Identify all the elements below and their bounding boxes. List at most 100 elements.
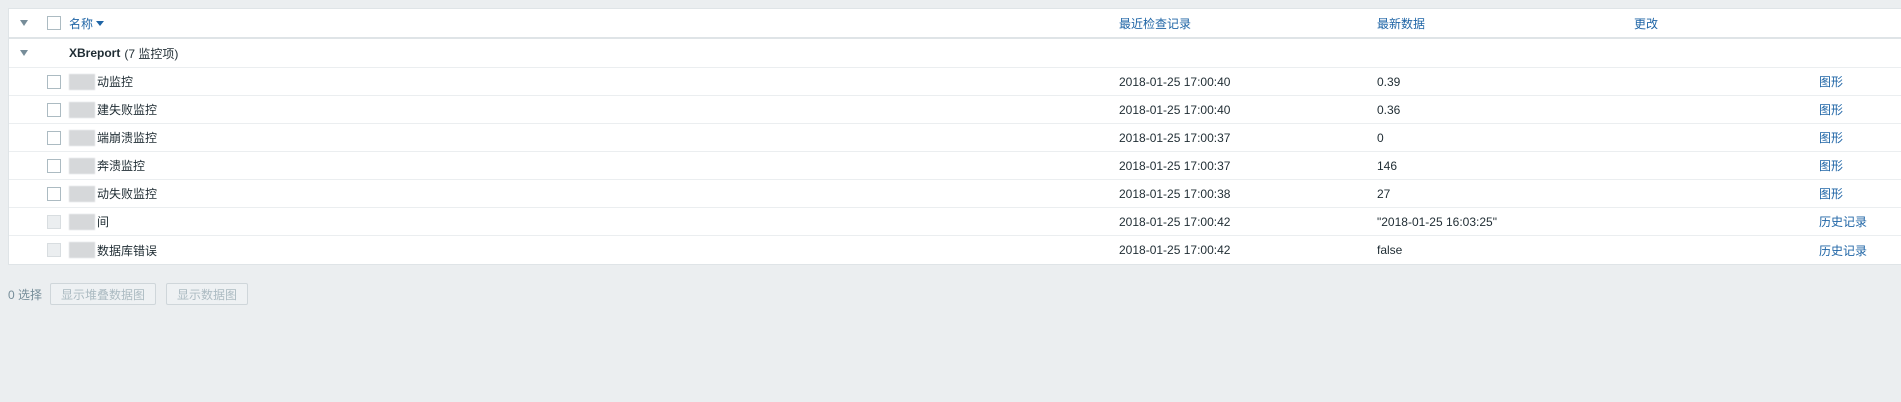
last-check-column-label[interactable]: 最近检查记录 [1119, 15, 1191, 32]
group-name: XBreport [69, 46, 121, 60]
row-checkbox-cell[interactable] [39, 124, 69, 151]
last-check-value: 2018-01-25 17:00:37 [1119, 158, 1231, 173]
application-group-row: XBreport (7 监控项) [9, 39, 1901, 68]
latest-data-cell: 0.36 [1377, 96, 1400, 123]
last-check-cell: 2018-01-25 17:00:42 [1119, 236, 1230, 264]
item-name: 数据库错误 [97, 243, 158, 258]
row-checkbox-disabled [47, 243, 61, 257]
table-header: 名称 最近检查记录 最新数据 更改 [9, 9, 1901, 39]
latest-data-cell: false [1377, 236, 1402, 264]
latest-data-table: 名称 最近检查记录 最新数据 更改 XBreport (7 监控项) 动监控 2… [8, 8, 1901, 265]
item-name-cell: 数据库错误 [69, 236, 157, 264]
action-cell[interactable]: 图形 [1819, 124, 1843, 151]
item-name: 端崩溃监控 [97, 131, 158, 145]
action-cell[interactable]: 图形 [1819, 152, 1843, 179]
selected-count: 0 选择 [8, 287, 43, 302]
redacted-mask [69, 73, 95, 90]
latest-data-value: 0.39 [1377, 74, 1401, 89]
redacted-mask [69, 101, 95, 118]
redacted-mask [69, 213, 95, 230]
action-cell[interactable]: 图形 [1819, 180, 1843, 207]
row-checkbox-cell [39, 236, 69, 264]
latest-data-cell: 27 [1377, 180, 1390, 207]
triangle-down-icon [20, 50, 28, 56]
item-name-cell: 端崩溃监控 [69, 124, 157, 151]
row-checkbox-cell[interactable] [39, 180, 69, 207]
graph-link[interactable]: 图形 [1819, 157, 1843, 174]
collapse-all-toggle[interactable] [9, 9, 39, 37]
item-name: 动失败监控 [97, 187, 158, 201]
action-cell[interactable]: 图形 [1819, 68, 1843, 95]
row-checkbox-disabled [47, 214, 61, 229]
item-name-cell: 动失败监控 [69, 180, 157, 207]
last-check-cell: 2018-01-25 17:00:40 [1119, 96, 1230, 123]
redacted-mask [69, 185, 95, 202]
group-title: XBreport (7 监控项) [69, 39, 178, 67]
table-row: 动失败监控 2018-01-25 17:00:38 27 图形 [9, 180, 1901, 208]
graph-link[interactable]: 图形 [1819, 73, 1843, 90]
last-check-cell: 2018-01-25 17:00:40 [1119, 68, 1230, 95]
item-name-cell: 建失败监控 [69, 96, 157, 123]
item-name: 建失败监控 [97, 103, 158, 117]
last-check-cell: 2018-01-25 17:00:42 [1119, 208, 1230, 235]
item-name: 间 [97, 215, 110, 229]
row-checkbox[interactable] [47, 102, 61, 117]
history-link[interactable]: 历史记录 [1819, 242, 1867, 259]
graph-link[interactable]: 图形 [1819, 101, 1843, 118]
redacted-mask [69, 157, 95, 174]
graph-link[interactable]: 图形 [1819, 185, 1843, 202]
latest-data-value: false [1377, 243, 1403, 257]
redacted-mask [69, 129, 95, 146]
select-all-checkbox[interactable] [47, 16, 61, 30]
latest-data-value: 27 [1377, 186, 1391, 201]
column-header-name[interactable]: 名称 [69, 9, 105, 37]
group-collapse-toggle[interactable] [9, 39, 39, 67]
table-row: 间 2018-01-25 17:00:42 "2018-01-25 16:03:… [9, 208, 1901, 236]
show-stacked-graph-button[interactable]: 显示堆叠数据图 [50, 283, 157, 305]
last-check-value: 2018-01-25 17:00:37 [1119, 130, 1231, 145]
table-row: 数据库错误 2018-01-25 17:00:42 false 历史记录 [9, 236, 1901, 264]
item-name-cell: 奔溃监控 [69, 152, 145, 179]
row-checkbox[interactable] [47, 158, 61, 173]
action-cell[interactable]: 历史记录 [1819, 208, 1867, 235]
latest-data-column-label: 最新数据 [1377, 16, 1426, 31]
item-name-cell: 动监控 [69, 68, 133, 95]
row-checkbox-cell [39, 208, 69, 235]
row-checkbox[interactable] [47, 74, 61, 89]
row-checkbox[interactable] [47, 130, 61, 145]
show-graph-button[interactable]: 显示数据图 [166, 283, 249, 305]
redacted-mask [69, 242, 95, 258]
group-item-count: (7 监控项) [124, 46, 179, 61]
item-name: 奔溃监控 [97, 159, 146, 173]
select-all-checkbox-cell[interactable] [39, 9, 69, 37]
last-check-cell: 2018-01-25 17:00:37 [1119, 124, 1230, 151]
row-checkbox[interactable] [47, 186, 61, 201]
table-row: 建失败监控 2018-01-25 17:00:40 0.36 图形 [9, 96, 1901, 124]
graph-link[interactable]: 图形 [1819, 129, 1843, 146]
sort-desc-icon [96, 20, 105, 26]
column-header-change: 更改 [1634, 9, 1658, 37]
action-cell[interactable]: 历史记录 [1819, 236, 1867, 264]
last-check-value: 2018-01-25 17:00:40 [1119, 74, 1231, 89]
row-checkbox-cell[interactable] [39, 152, 69, 179]
triangle-down-icon [20, 20, 28, 26]
name-column-label[interactable]: 名称 [69, 15, 93, 32]
latest-data-cell: 0.39 [1377, 68, 1400, 95]
latest-data-cell: 0 [1377, 124, 1384, 151]
latest-data-cell: 146 [1377, 152, 1397, 179]
latest-data-value: "2018-01-25 16:03:25" [1377, 214, 1497, 229]
last-check-value: 2018-01-25 17:00:42 [1119, 214, 1231, 229]
latest-data-value: 146 [1377, 158, 1398, 173]
latest-data-cell: "2018-01-25 16:03:25" [1377, 208, 1497, 235]
row-checkbox-cell[interactable] [39, 68, 69, 95]
latest-data-value: 0.36 [1377, 102, 1401, 117]
history-link[interactable]: 历史记录 [1819, 213, 1867, 230]
table-footer: 0 选择 显示堆叠数据图 显示数据图 [8, 282, 258, 306]
column-header-last-check[interactable]: 最近检查记录 [1119, 9, 1191, 37]
row-checkbox-cell[interactable] [39, 96, 69, 123]
table-row: 动监控 2018-01-25 17:00:40 0.39 图形 [9, 68, 1901, 96]
column-header-latest-data: 最新数据 [1377, 9, 1425, 37]
action-cell[interactable]: 图形 [1819, 96, 1843, 123]
last-check-value: 2018-01-25 17:00:42 [1119, 243, 1231, 257]
table-row: 奔溃监控 2018-01-25 17:00:37 146 图形 [9, 152, 1901, 180]
